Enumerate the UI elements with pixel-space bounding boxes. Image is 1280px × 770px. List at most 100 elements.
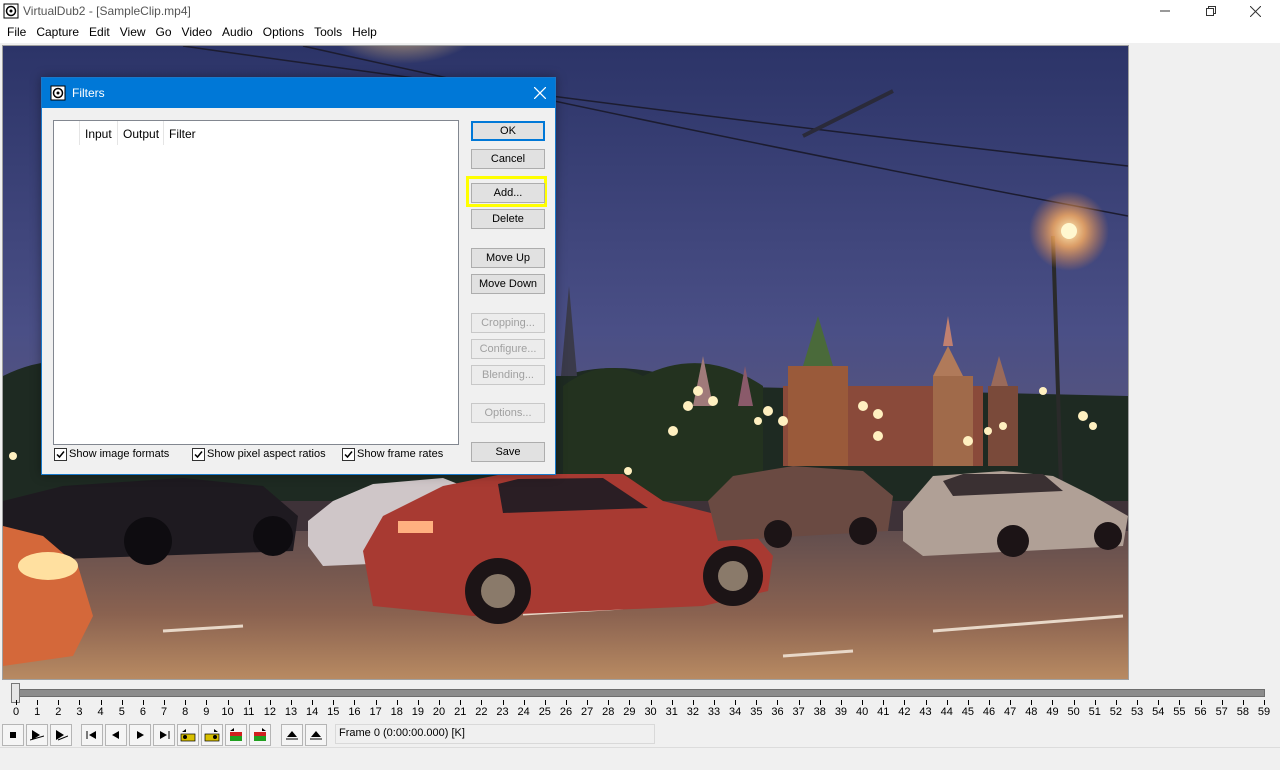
menu-audio[interactable]: Audio [217,22,258,43]
ruler-tick [1200,700,1202,705]
ruler-tick-label: 3 [76,706,83,718]
ruler-tick-label: 0 [12,706,20,718]
ruler-tick-label: 40 [855,706,869,718]
next-keyframe-icon [204,729,220,742]
ruler-tick-label: 17 [369,706,382,718]
filter-list[interactable]: Input Output Filter [53,120,459,445]
ruler-tick [375,700,377,705]
ruler-tick [37,700,39,705]
options-button[interactable]: Options... [471,403,545,423]
minimize-button[interactable] [1142,0,1188,22]
go-start-button[interactable] [81,724,103,746]
ruler-tick-label: 24 [517,706,530,718]
column-header-output[interactable]: Output [118,121,164,145]
minimize-icon [1160,10,1170,12]
save-button[interactable]: Save [471,442,545,462]
ruler-tick-label: 19 [411,706,425,718]
restore-icon [1206,6,1216,16]
ruler-tick-label: 34 [729,706,742,718]
ruler-tick-label: 58 [1236,706,1249,718]
go-end-button[interactable] [153,724,175,746]
ruler-tick [925,700,927,705]
ruler-tick-label: 25 [538,706,551,718]
ruler-tick-label: 36 [771,706,784,718]
show-image-formats-checkbox[interactable]: Show image formats [54,446,169,462]
mark-out-button[interactable] [305,724,327,746]
ruler-tick-label: 20 [432,706,446,718]
ruler-tick-label: 1 [34,706,41,718]
ruler-tick [989,700,991,705]
virtualdub-app-icon [50,85,66,101]
prev-keyframe-button[interactable] [177,724,199,746]
position-slider-track[interactable] [15,689,1265,697]
ruler-tick [206,700,208,705]
show-frame-rates-checkbox[interactable]: Show frame rates [342,446,443,462]
column-header-input[interactable]: Input [80,121,118,145]
ruler-tick [227,700,229,705]
ruler-tick-label: 41 [877,706,890,718]
ruler-tick-label: 47 [1004,706,1017,718]
ruler-tick [1073,700,1075,705]
close-icon [534,87,546,99]
move-up-button[interactable]: Move Up [471,248,545,268]
menu-go[interactable]: Go [151,22,177,43]
ruler-tick [904,700,906,705]
column-header-filter[interactable]: Filter [164,121,459,145]
menu-options[interactable]: Options [258,22,309,43]
next-scene-icon [254,728,266,741]
menu-help[interactable]: Help [347,22,382,43]
ruler-tick [523,700,525,705]
ruler-tick [248,700,250,705]
show-pixel-aspect-ratios-checkbox[interactable]: Show pixel aspect ratios [192,446,326,462]
close-button[interactable] [1232,0,1278,22]
ruler-tick-label: 52 [1109,706,1123,718]
prev-scene-button[interactable] [225,724,247,746]
mark-in-button[interactable] [281,724,303,746]
next-frame-icon [137,731,144,739]
ruler-tick-label: 38 [813,706,826,718]
title-bar: VirtualDub2 - [SampleClip.mp4] [0,0,1280,22]
stop-button[interactable] [2,724,24,746]
prev-keyframe-icon [180,729,196,742]
ruler-tick [1179,700,1181,705]
next-scene-button[interactable] [249,724,271,746]
cropping-button[interactable]: Cropping... [471,313,545,333]
blending-button[interactable]: Blending... [471,365,545,385]
delete-button[interactable]: Delete [471,209,545,229]
dialog-title-bar[interactable]: Filters [42,78,555,108]
play-output-button[interactable] [50,724,72,746]
menu-capture[interactable]: Capture [31,22,84,43]
mark-out-icon [310,731,322,740]
prev-frame-button[interactable] [105,724,127,746]
ruler-tick [1094,700,1096,705]
ruler-tick [1115,700,1117,705]
menu-video[interactable]: Video [177,22,217,43]
configure-button[interactable]: Configure... [471,339,545,359]
ruler-tick [354,700,356,705]
dialog-close-button[interactable] [525,78,555,108]
ruler-tick [79,700,81,705]
menu-view[interactable]: View [115,22,151,43]
next-keyframe-button[interactable] [201,724,223,746]
ruler-tick-label: 15 [327,706,340,718]
ruler-tick [587,700,589,705]
menu-tools[interactable]: Tools [309,22,347,43]
ok-button[interactable]: OK [471,121,545,141]
ruler-tick [967,700,969,705]
ruler-tick-label: 43 [919,706,932,718]
ruler-tick-label: 51 [1088,706,1101,718]
ruler-tick-label: 2 [55,706,62,718]
menu-bar: File Capture Edit View Go Video Audio Op… [0,22,1280,43]
restore-button[interactable] [1188,0,1234,22]
ruler-tick [819,700,821,705]
add-filter-button[interactable]: Add... [471,183,545,203]
next-frame-button[interactable] [129,724,151,746]
ruler-tick-label: 6 [139,706,146,718]
move-down-button[interactable]: Move Down [471,274,545,294]
cancel-button[interactable]: Cancel [471,149,545,169]
menu-file[interactable]: File [2,22,31,43]
menu-edit[interactable]: Edit [84,22,115,43]
ruler-tick-label: 31 [665,706,678,718]
ruler-tick [1010,700,1012,705]
play-input-button[interactable] [26,724,48,746]
